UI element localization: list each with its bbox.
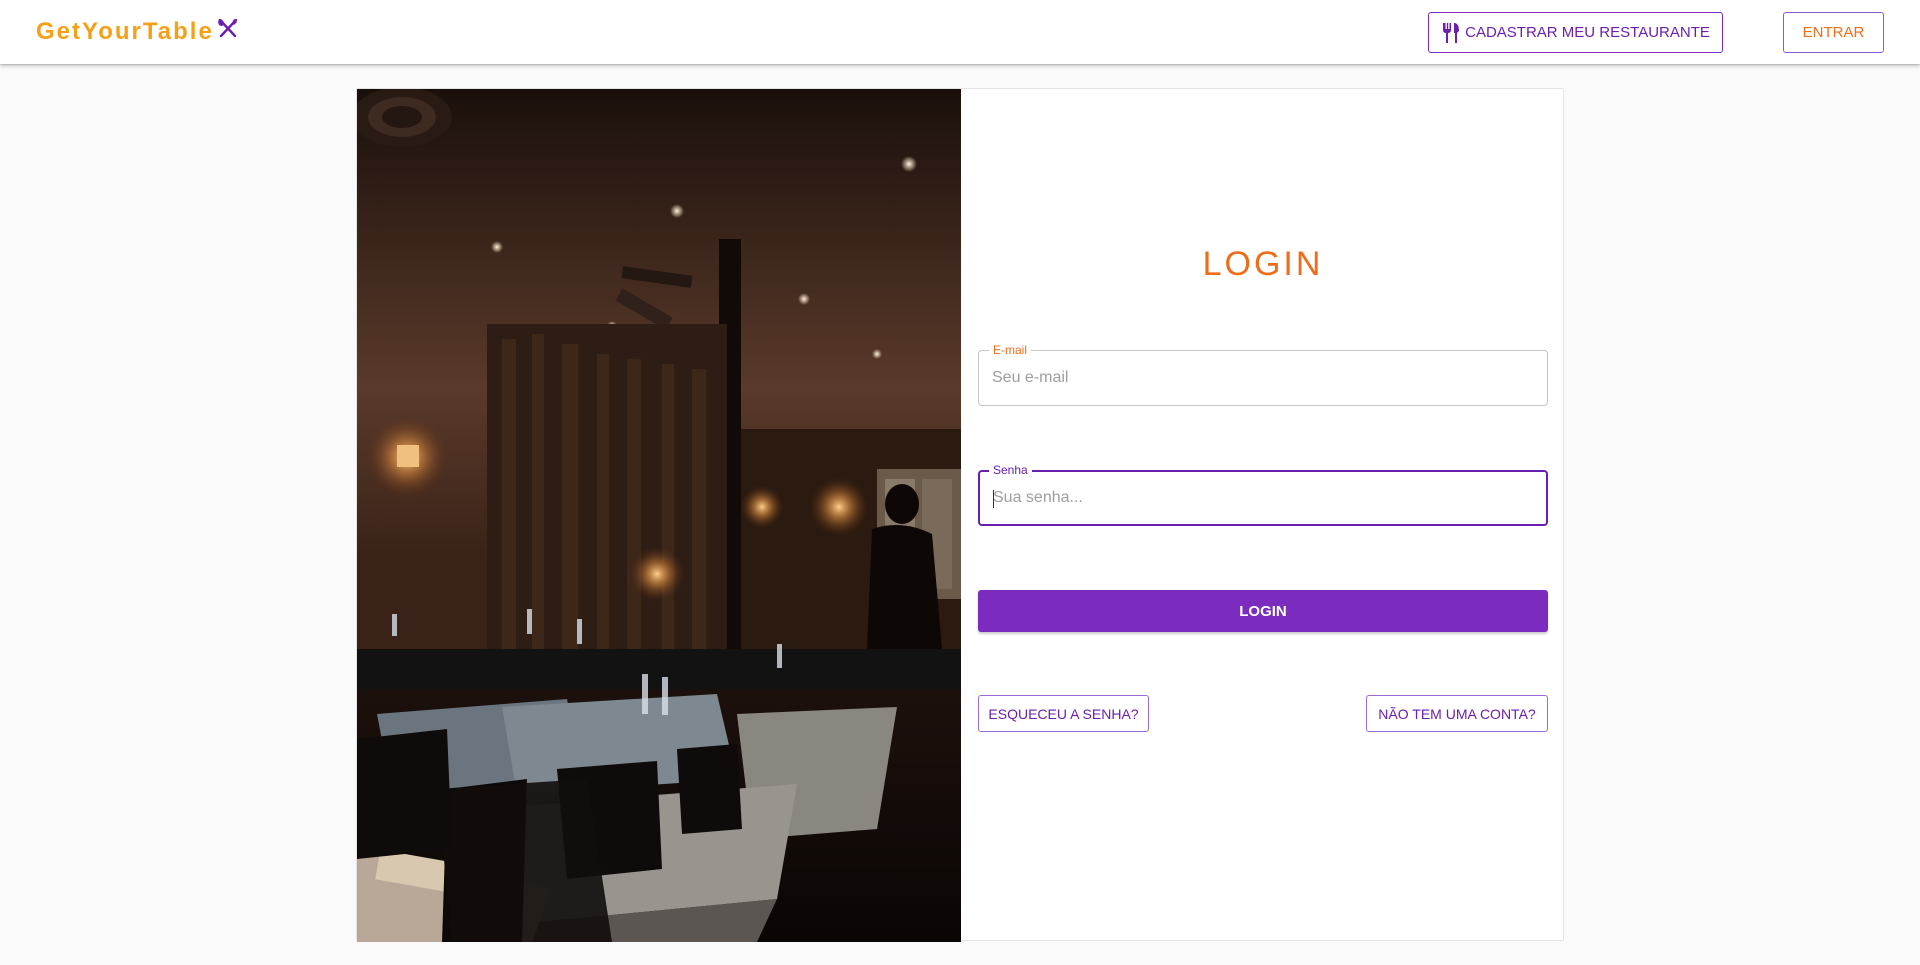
top-app-bar: GetYourTable CADASTRAR MEU RESTAURANTE E…: [0, 0, 1920, 64]
password-field[interactable]: Senha: [978, 462, 1548, 526]
email-field[interactable]: E-mail: [978, 342, 1548, 406]
enter-button[interactable]: ENTRAR: [1783, 12, 1884, 53]
login-form: LOGIN E-mail Senha LOGIN ESQUECEU A SENH…: [961, 89, 1565, 942]
login-submit-button[interactable]: LOGIN: [978, 590, 1548, 632]
restaurant-photo: [357, 89, 961, 942]
login-card: LOGIN E-mail Senha LOGIN ESQUECEU A SENH…: [356, 88, 1565, 942]
email-input[interactable]: [979, 351, 1547, 405]
brand-name: GetYourTable: [36, 18, 214, 45]
brand-logo[interactable]: GetYourTable: [36, 16, 240, 48]
enter-label: ENTRAR: [1802, 24, 1865, 41]
login-title: LOGIN: [1202, 245, 1324, 283]
forgot-password-button[interactable]: ESQUECEU A SENHA?: [978, 695, 1149, 732]
utensils-crossed-icon: [217, 18, 237, 38]
fork-knife-icon: [1443, 22, 1460, 43]
register-restaurant-button[interactable]: CADASTRAR MEU RESTAURANTE: [1428, 12, 1723, 53]
password-input[interactable]: [980, 472, 1546, 524]
register-restaurant-label: CADASTRAR MEU RESTAURANTE: [1465, 24, 1710, 41]
no-account-button[interactable]: NÃO TEM UMA CONTA?: [1366, 695, 1548, 732]
text-cursor: [993, 490, 994, 508]
